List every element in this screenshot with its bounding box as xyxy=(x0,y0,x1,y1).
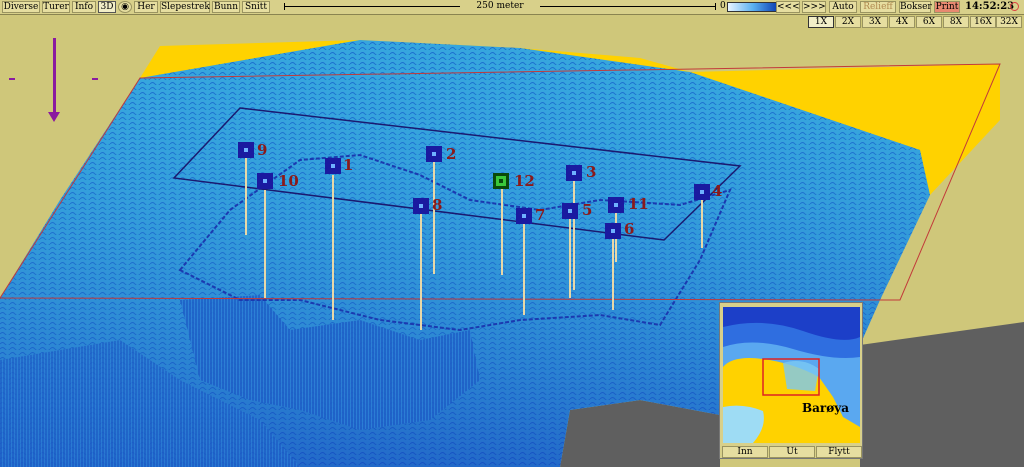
station-label: 1 xyxy=(343,156,354,174)
next-button[interactable]: >>> xyxy=(802,1,826,13)
menu-slepestrek[interactable]: Slepestrek xyxy=(160,1,210,13)
station-marker[interactable] xyxy=(605,223,621,239)
station-marker[interactable] xyxy=(516,208,532,224)
terrain-3d-view[interactable] xyxy=(0,0,1024,467)
zoom-in-button[interactable]: Inn xyxy=(722,446,768,458)
station-label: 10 xyxy=(278,172,299,190)
zoom-8x[interactable]: 8X xyxy=(943,16,969,28)
menu-diverse[interactable]: Diverse xyxy=(2,1,40,13)
menu-her[interactable]: Her xyxy=(134,1,158,13)
move-button[interactable]: Flytt xyxy=(816,446,862,458)
menu-bunn[interactable]: Bunn xyxy=(212,1,240,13)
place-name-label: Barøya xyxy=(802,401,849,415)
zoom-6x[interactable]: 6X xyxy=(916,16,942,28)
station-marker-selected[interactable] xyxy=(493,173,509,189)
station-label: 8 xyxy=(432,196,443,214)
compass-tick-left xyxy=(9,78,15,80)
north-arrow-head xyxy=(48,112,60,122)
station-label: 2 xyxy=(446,145,457,163)
station-label: 7 xyxy=(535,206,546,224)
station-label: 12 xyxy=(514,172,535,190)
zoom-1x[interactable]: 1X xyxy=(808,16,834,28)
station-marker[interactable] xyxy=(608,197,624,213)
station-marker[interactable] xyxy=(413,198,429,214)
station-marker[interactable] xyxy=(238,142,254,158)
station-label: 9 xyxy=(257,141,268,159)
overview-map-canvas[interactable] xyxy=(723,307,860,443)
station-marker[interactable] xyxy=(325,158,341,174)
station-label: 6 xyxy=(624,220,635,238)
menu-turer[interactable]: Turer xyxy=(42,1,70,13)
north-arrow xyxy=(53,38,56,116)
menu-3d[interactable]: 3D xyxy=(98,1,116,13)
station-label: 4 xyxy=(712,182,723,200)
station-marker[interactable] xyxy=(257,173,273,189)
zoom-out-button[interactable]: Ut xyxy=(769,446,815,458)
bokser-button[interactable]: Bokser xyxy=(899,1,932,13)
overview-map[interactable]: Barøya Inn Ut Flytt xyxy=(719,302,863,459)
station-marker[interactable] xyxy=(426,146,442,162)
zoom-3x[interactable]: 3X xyxy=(862,16,888,28)
menu-snitt[interactable]: Snitt xyxy=(242,1,270,13)
station-marker[interactable] xyxy=(562,203,578,219)
scale-label: 250 meter xyxy=(460,1,540,12)
compass-tick-right xyxy=(92,78,98,80)
prev-button[interactable]: <<< xyxy=(776,1,800,13)
depth-min-label: 0 xyxy=(720,1,726,11)
depth-color-scale xyxy=(727,2,779,12)
land-shadow-right xyxy=(860,322,1024,467)
print-button[interactable]: Print xyxy=(934,1,960,13)
auto-button[interactable]: Auto xyxy=(829,1,857,13)
relieff-button[interactable]: Relieff xyxy=(860,1,896,13)
station-label: 5 xyxy=(582,201,593,219)
station-marker[interactable] xyxy=(566,165,582,181)
clock-icon xyxy=(1010,2,1019,11)
top-toolbar: Diverse Turer Info 3D ◉ Her Slepestrek B… xyxy=(0,0,1024,15)
zoom-32x[interactable]: 32X xyxy=(996,16,1022,28)
zoom-16x[interactable]: 16X xyxy=(970,16,996,28)
station-label: 3 xyxy=(586,163,597,181)
zoom-2x[interactable]: 2X xyxy=(835,16,861,28)
menu-info[interactable]: Info xyxy=(72,1,96,13)
station-marker[interactable] xyxy=(694,184,710,200)
clock: 14:52:23 xyxy=(965,1,1015,12)
zoom-4x[interactable]: 4X xyxy=(889,16,915,28)
station-label: 11 xyxy=(628,195,649,213)
target-icon[interactable]: ◉ xyxy=(118,1,132,13)
